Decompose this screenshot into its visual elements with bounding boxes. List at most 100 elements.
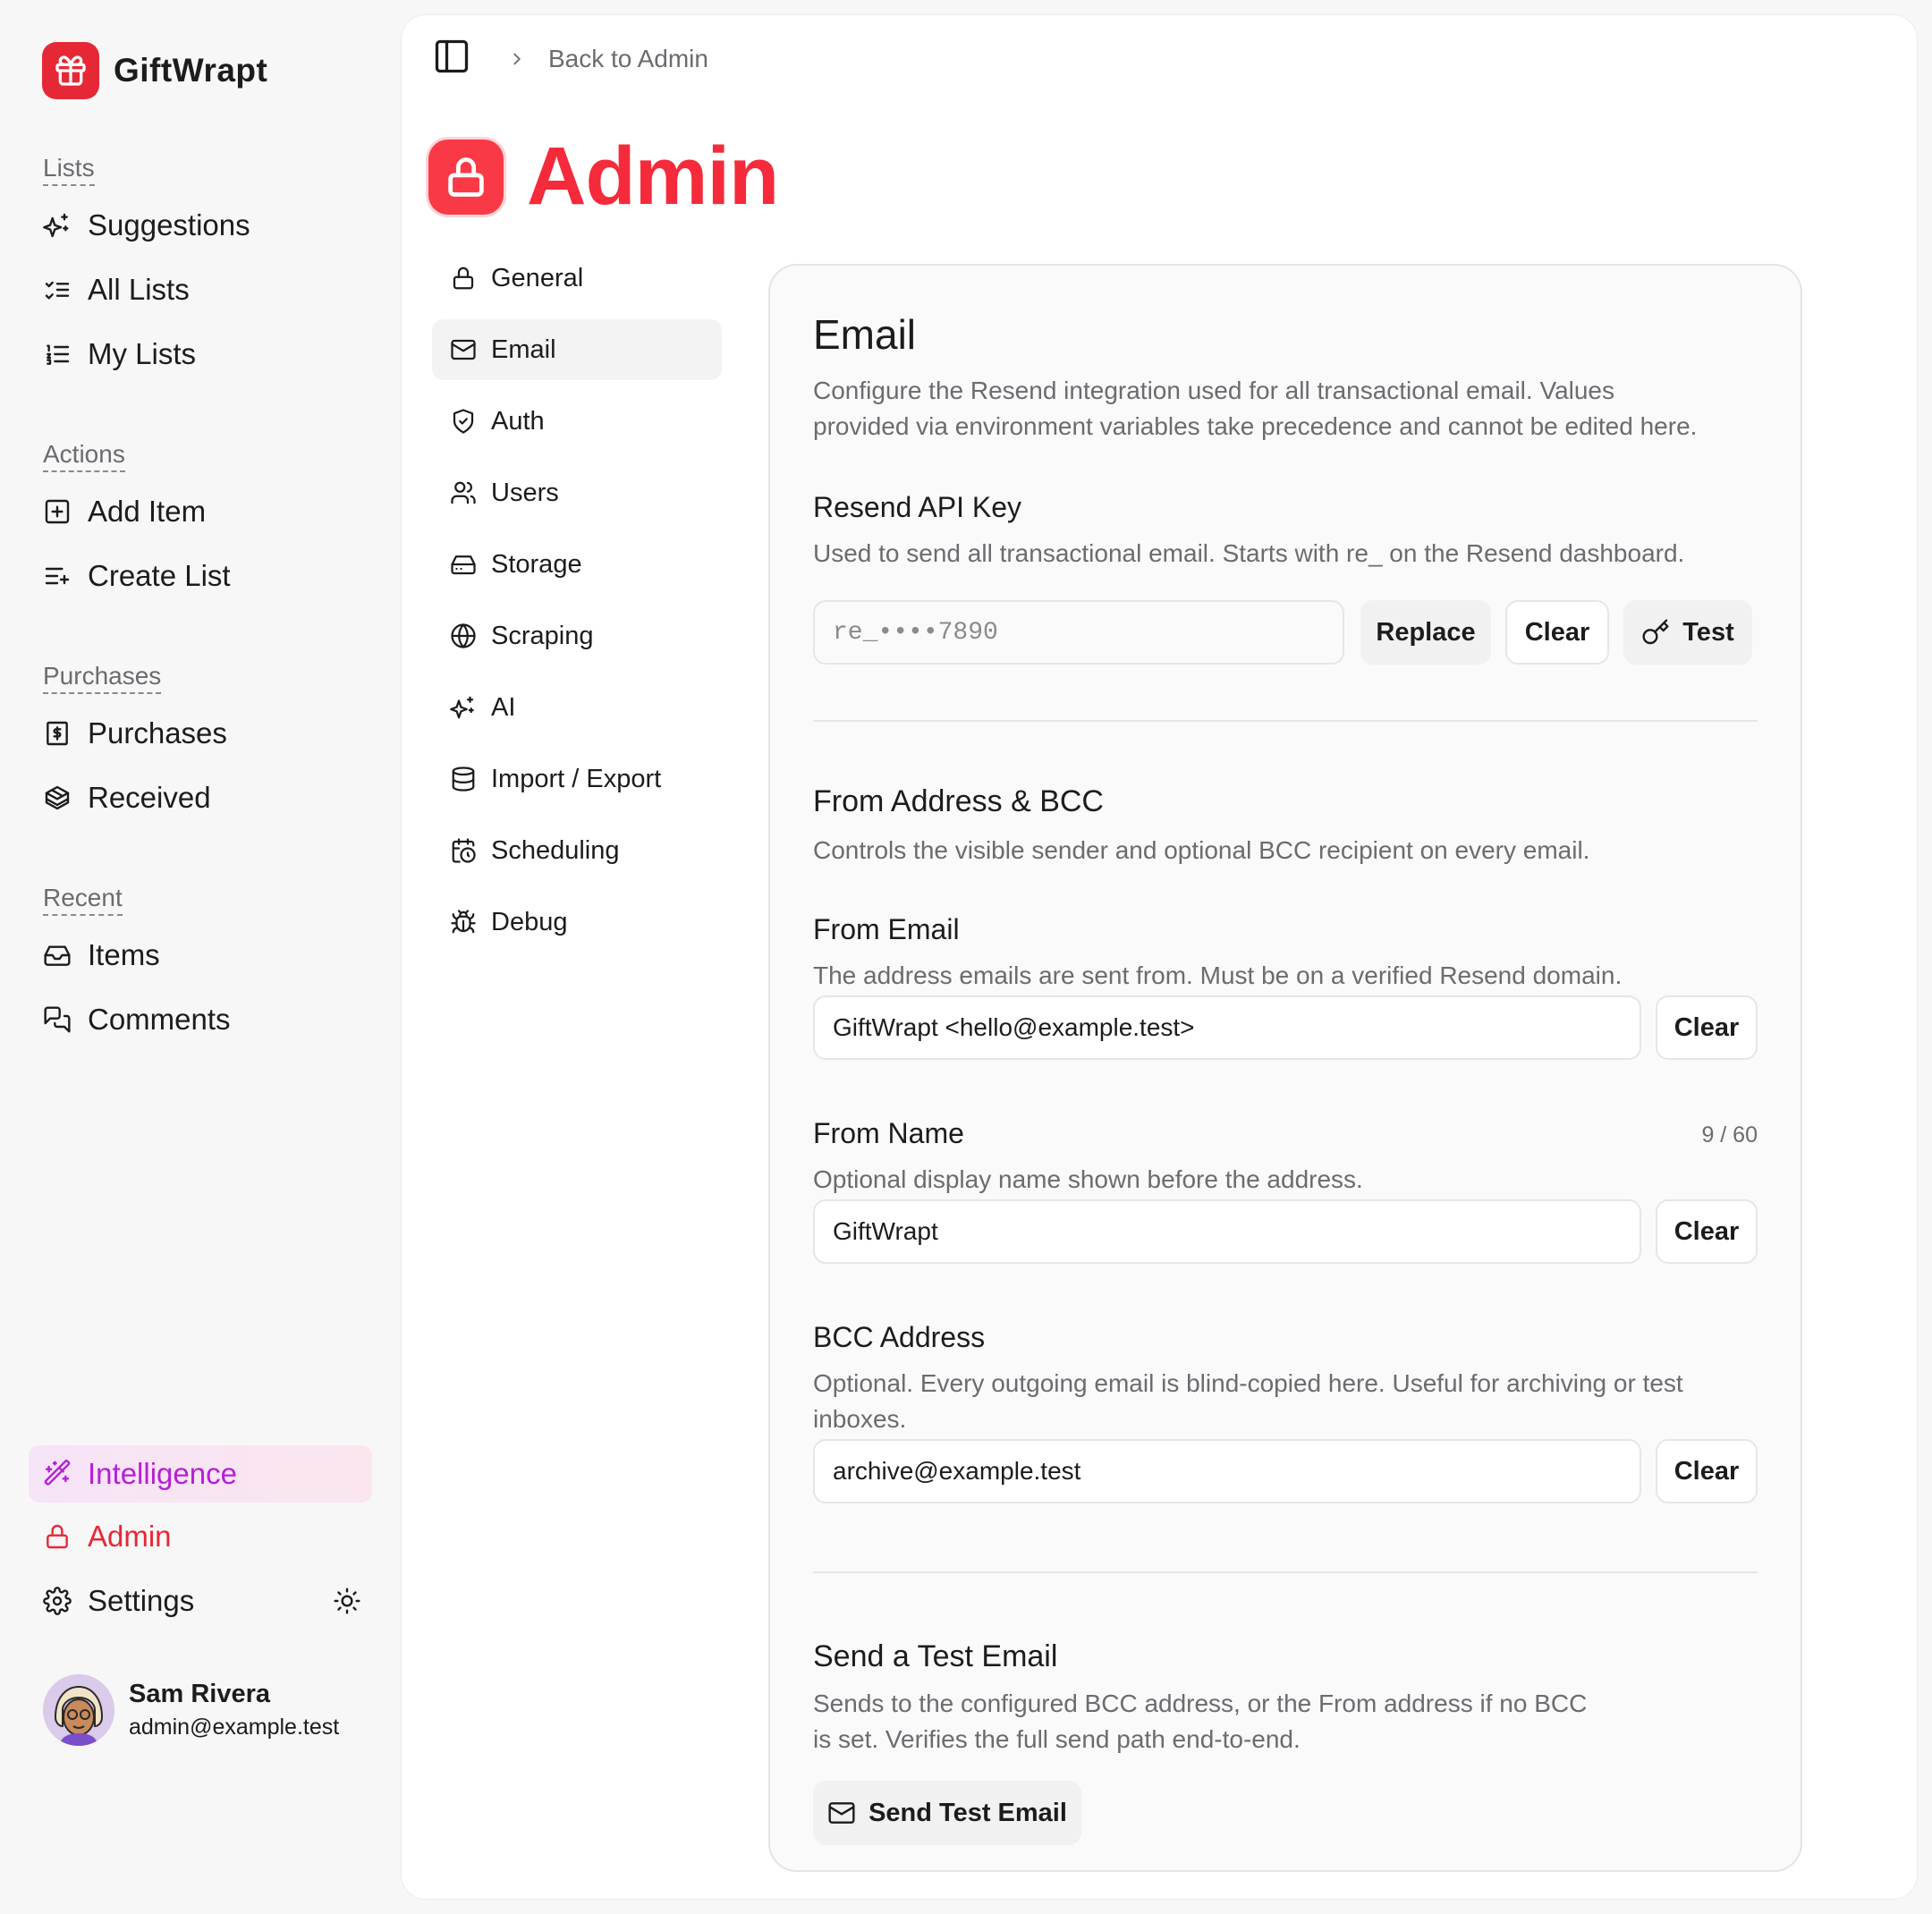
nav-label: All Lists: [88, 273, 190, 306]
nav-label: Received: [88, 781, 211, 814]
subnav-general[interactable]: General: [432, 248, 722, 309]
admin-subnav: General Email Auth Users Storage Scrapin…: [432, 248, 722, 963]
nav-label: Suggestions: [88, 208, 250, 241]
clear-from-email-button[interactable]: Clear: [1656, 995, 1758, 1060]
subnav-ai[interactable]: AI: [432, 677, 722, 738]
section-title: Lists: [43, 154, 95, 186]
nav-item-purchases[interactable]: Purchases: [43, 701, 227, 766]
sidebar: GiftWrapt Lists Suggestions All Lists My…: [0, 0, 394, 1914]
from-name-label: From Name: [813, 1117, 964, 1149]
subnav-label: Auth: [491, 406, 545, 436]
back-to-admin-link[interactable]: Back to Admin: [548, 45, 708, 73]
brand[interactable]: GiftWrapt: [42, 42, 267, 99]
nav-section-actions: Actions Add Item Create List: [43, 440, 231, 608]
subnav-import-export[interactable]: Import / Export: [432, 749, 722, 809]
nav-item-settings[interactable]: Settings: [43, 1569, 361, 1633]
mail-icon: [828, 1802, 855, 1824]
test-email-description-line2: is set. Verifies the full send path end-…: [813, 1725, 1301, 1753]
nav-label: Purchases: [88, 716, 227, 750]
nav-item-my-lists[interactable]: My Lists: [43, 322, 250, 386]
sparkles-icon: [43, 213, 69, 238]
nav-label: Settings: [88, 1584, 195, 1617]
bcc-help-line2: inboxes.: [813, 1405, 907, 1433]
section-title: Actions: [43, 440, 125, 472]
from-email-help: The address emails are sent from. Must b…: [813, 961, 1623, 989]
replace-button[interactable]: Replace: [1360, 600, 1491, 665]
chat-icon: [44, 1006, 71, 1033]
subnav-label: Debug: [491, 907, 568, 936]
from-section-title: From Address & BCC: [813, 784, 1104, 818]
nav-item-add-item[interactable]: Add Item: [43, 479, 231, 544]
section-title: Purchases: [43, 662, 162, 694]
subnav-label: Email: [491, 335, 556, 364]
section-title: Recent: [43, 884, 123, 916]
nav-item-admin[interactable]: Admin: [43, 1504, 172, 1569]
subnav-auth[interactable]: Auth: [432, 391, 722, 452]
nav-label: Intelligence: [88, 1457, 237, 1490]
list-ordered-icon: [47, 344, 70, 365]
nav-item-create-list[interactable]: Create List: [43, 544, 231, 608]
api-key-label: Resend API Key: [813, 491, 1022, 523]
clear-from-name-button[interactable]: Clear: [1656, 1199, 1758, 1264]
test-label: Test: [1682, 617, 1734, 647]
subnav-email[interactable]: Email: [432, 319, 722, 380]
nav-item-suggestions[interactable]: Suggestions: [43, 193, 250, 258]
subnav-users[interactable]: Users: [432, 462, 722, 523]
divider: [813, 720, 1758, 722]
nav-item-comments[interactable]: Comments: [43, 987, 231, 1052]
test-button[interactable]: Test: [1623, 600, 1752, 665]
test-email-description-line1: Sends to the configured BCC address, or …: [813, 1690, 1588, 1717]
divider: [813, 1571, 1758, 1573]
send-test-email-button[interactable]: Send Test Email: [813, 1781, 1081, 1845]
subnav-label: Storage: [491, 549, 582, 579]
from-email-input[interactable]: GiftWrapt <hello@example.test>: [813, 995, 1641, 1060]
gift-box-icon: [45, 785, 70, 810]
users-icon: [451, 481, 476, 504]
user-info: Sam Rivera admin@example.test: [129, 1680, 339, 1740]
user-email: admin@example.test: [129, 1715, 340, 1740]
subnav-scraping[interactable]: Scraping: [432, 606, 722, 666]
calendar-clock-icon: [452, 838, 476, 863]
subnav-debug[interactable]: Debug: [432, 892, 722, 953]
nav-label: Create List: [88, 559, 231, 592]
nav-label: Items: [88, 938, 160, 971]
api-key-help: Used to send all transactional email. St…: [813, 539, 1685, 567]
nav-item-intelligence[interactable]: Intelligence: [29, 1445, 372, 1503]
bcc-help-line1: Optional. Every outgoing email is blind-…: [813, 1369, 1683, 1397]
gear-icon: [43, 1587, 72, 1615]
lock-icon: [47, 1524, 68, 1549]
bcc-label: BCC Address: [813, 1321, 986, 1353]
nav-item-all-lists[interactable]: All Lists: [43, 258, 250, 322]
subnav-scheduling[interactable]: Scheduling: [432, 820, 722, 881]
subnav-storage[interactable]: Storage: [432, 534, 722, 595]
user-name: Sam Rivera: [129, 1680, 270, 1708]
test-email-title: Send a Test Email: [813, 1639, 1058, 1673]
key-icon: [1642, 619, 1669, 645]
nav-item-items[interactable]: Items: [43, 923, 231, 987]
breadcrumb: Back to Admin: [507, 45, 708, 73]
subnav-label: Import / Export: [491, 764, 662, 793]
page-title: Admin: [527, 131, 779, 222]
sidebar-toggle-icon[interactable]: [432, 37, 471, 80]
email-settings-card: Email Configure the Resend integration u…: [768, 264, 1802, 1872]
lock-icon: [428, 139, 504, 215]
nav-section-purchases: Purchases Purchases Received: [43, 662, 227, 830]
card-title: Email: [813, 311, 917, 358]
user-profile[interactable]: Sam Rivera admin@example.test: [43, 1674, 339, 1746]
send-test-email-label: Send Test Email: [869, 1798, 1067, 1827]
avatar: [43, 1674, 114, 1746]
from-name-input[interactable]: GiftWrapt: [813, 1199, 1641, 1264]
gift-logo-icon: [42, 42, 99, 99]
inbox-icon: [44, 945, 71, 966]
clear-api-key-button[interactable]: Clear: [1505, 600, 1609, 665]
subnav-label: General: [491, 263, 584, 292]
nav-item-received[interactable]: Received: [43, 766, 227, 830]
clear-bcc-button[interactable]: Clear: [1656, 1439, 1758, 1503]
bcc-input[interactable]: archive@example.test: [813, 1439, 1641, 1503]
list-plus-icon: [45, 567, 70, 585]
card-description-line1: Configure the Resend integration used fo…: [813, 377, 1614, 404]
sun-icon[interactable]: [333, 1587, 361, 1615]
api-key-input[interactable]: re_••••7890: [813, 600, 1344, 665]
mail-icon: [451, 339, 476, 360]
brand-name: GiftWrapt: [114, 52, 268, 89]
